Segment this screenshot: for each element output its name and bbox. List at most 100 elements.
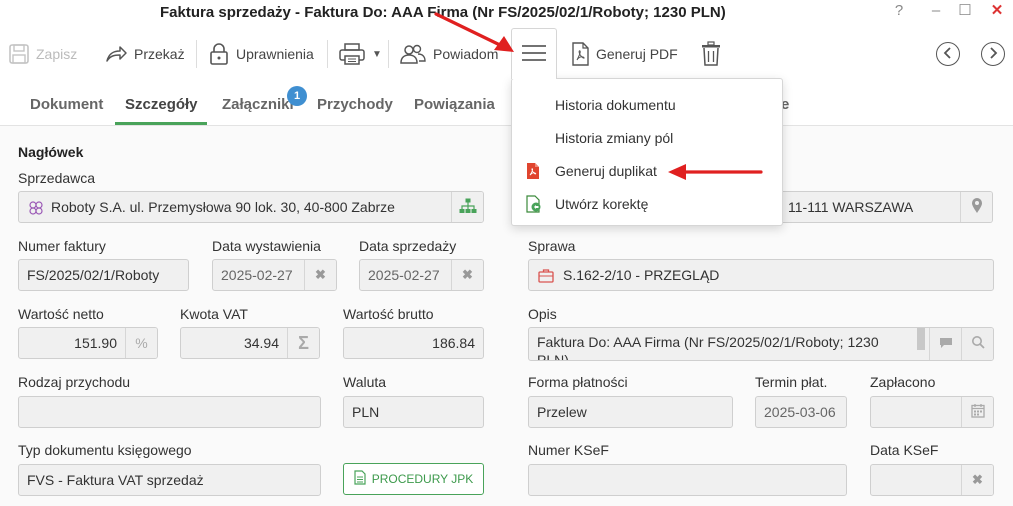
sum-button[interactable]: Σ [287,328,319,358]
ksef-number-label: Numer KSeF [528,442,609,458]
sale-date-field[interactable]: 2025-02-27 ✖ [359,259,484,291]
ksef-number-field[interactable] [528,464,847,496]
annotation-arrow-icon [434,12,514,52]
save-label: Zapisz [36,46,78,62]
section-title: Nagłówek [18,144,84,160]
clear-icon: ✖ [315,267,326,282]
income-type-field[interactable] [18,396,321,428]
trash-icon [700,41,722,67]
help-button[interactable]: ? [885,0,913,24]
sigma-icon: Σ [298,332,309,353]
generate-pdf-label: Generuj PDF [596,46,678,62]
percent-button[interactable]: % [125,328,157,358]
permissions-label: Uprawnienia [236,46,314,62]
issue-date-label: Data wystawienia [212,238,321,254]
tab-details[interactable]: Szczegóły [125,96,198,113]
tab-bar: Dokument Szczegóły Załączniki Przychody … [0,86,1013,126]
jpk-procedures-button[interactable]: PROCEDURY JPK [343,463,484,495]
vat-amount-field[interactable]: 34.94 Σ [180,327,320,359]
organization-icon [28,200,44,219]
print-button[interactable]: ▼ [338,38,382,70]
toolbar-divider [327,40,328,68]
sale-date-label: Data sprzedaży [359,238,457,254]
currency-label: Waluta [343,374,387,390]
more-actions-menu: Historia dokumentu Historia zmiany pól G… [511,78,783,226]
org-chart-button[interactable] [451,192,483,222]
case-label: Sprawa [528,238,576,254]
printer-icon [338,42,366,66]
menu-item-field-history[interactable]: Historia zmiany pól [512,123,782,153]
description-field[interactable]: Faktura Do: AAA Firma (Nr FS/2025/02/1/R… [528,327,994,361]
forward-label: Przekaż [134,46,185,62]
minimize-button[interactable]: – [922,0,950,24]
menu-item-document-history[interactable]: Historia dokumentu [512,90,782,120]
toolbar-divider [388,40,389,68]
location-button[interactable] [960,192,992,222]
payment-method-field[interactable]: Przelew [528,396,733,428]
tab-attachments[interactable]: Załączniki [222,96,294,113]
menu-item-label: Generuj duplikat [555,163,657,179]
forward-button[interactable]: Przekaż [104,38,185,70]
attachments-count-badge: 1 [287,86,307,106]
maximize-button[interactable]: ☐ [951,0,979,24]
clear-issue-date-button[interactable]: ✖ [304,260,336,290]
correction-icon [525,195,543,213]
save-button[interactable]: Zapisz [8,38,77,70]
vat-amount-label: Kwota VAT [180,306,248,322]
percent-icon: % [135,335,148,351]
invoice-number-field[interactable]: FS/2025/02/1/Roboty [18,259,189,291]
menu-item-label: Historia dokumentu [555,97,676,113]
buyer-value: 11-111 WARSZAWA [788,199,914,215]
paid-date-label: Zapłacono [870,374,936,390]
map-pin-icon [971,197,983,217]
tab-document[interactable]: Dokument [30,96,103,113]
annotation-arrow-icon [668,164,763,180]
document-icon [354,470,366,488]
menu-item-create-correction[interactable]: Utwórz korektę [512,189,782,219]
hierarchy-icon [459,198,477,217]
clear-sale-date-button[interactable]: ✖ [451,260,483,290]
generate-pdf-button[interactable]: Generuj PDF [570,38,678,70]
currency-field[interactable]: PLN [343,396,484,428]
previous-record-button[interactable] [936,42,960,66]
menu-item-label: Historia zmiany pól [555,130,674,146]
ksef-date-field[interactable]: ✖ [870,464,994,496]
sale-date-value: 2025-02-27 [368,267,440,283]
accounting-doc-type-field[interactable]: FVS - Faktura VAT sprzedaż [18,464,321,496]
floppy-disk-icon [8,43,30,65]
next-record-button[interactable] [981,42,1005,66]
case-field[interactable]: S.162-2/10 - PRZEGLĄD [528,259,994,291]
net-value-label: Wartość netto [18,306,104,322]
pdf-icon [525,162,543,180]
toolbar-divider [196,40,197,68]
calendar-button[interactable] [961,397,993,427]
payment-method-label: Forma płatności [528,374,628,390]
seller-field[interactable]: Roboty S.A. ul. Przemysłowa 90 lok. 30, … [18,191,484,223]
close-button[interactable]: ✕ [983,0,1011,24]
income-type-label: Rodzaj przychodu [18,374,131,390]
tab-incomes[interactable]: Przychody [317,96,393,113]
issue-date-field[interactable]: 2025-02-27 ✖ [212,259,337,291]
comment-button[interactable] [929,328,961,360]
clear-ksef-date-button[interactable]: ✖ [961,465,993,495]
gross-value-label: Wartość brutto [343,306,434,322]
paid-date-field[interactable] [870,396,994,428]
net-value-field[interactable]: 151.90 % [18,327,158,359]
active-tab-indicator [115,122,207,125]
delete-button[interactable] [700,38,728,70]
clear-icon: ✖ [972,472,983,487]
briefcase-icon [538,268,554,286]
details-panel: Nagłówek Sprzedawca Roboty S.A. ul. Prze… [0,126,1013,506]
permissions-button[interactable]: Uprawnienia [208,38,314,70]
hamburger-menu-icon [521,44,547,65]
due-date-field[interactable]: 2025-03-06 [755,396,847,428]
buyer-field[interactable]: 11-111 WARSZAWA [777,191,993,223]
gross-value-field[interactable]: 186.84 [343,327,484,359]
description-scrollbar[interactable] [917,328,925,350]
description-label: Opis [528,306,557,322]
description-search-button[interactable] [961,328,993,360]
vat-value: 34.94 [243,335,279,351]
seller-label: Sprzedawca [18,170,96,186]
users-icon [399,43,427,65]
tab-relations[interactable]: Powiązania [414,96,495,113]
